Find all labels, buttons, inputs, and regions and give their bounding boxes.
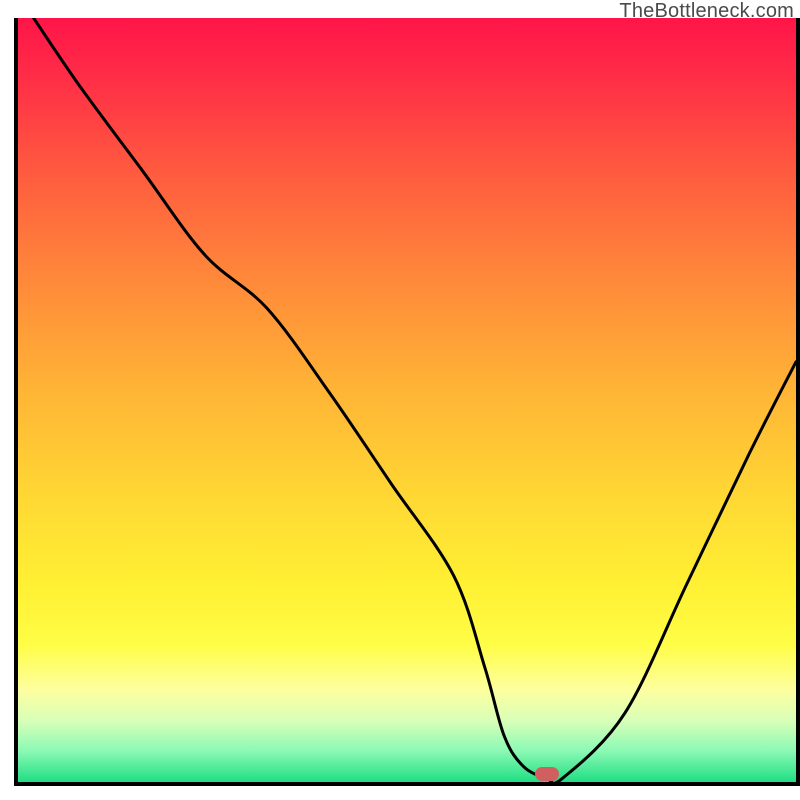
- bottleneck-curve-path: [34, 18, 796, 782]
- axis-right: [796, 18, 800, 786]
- chart-frame: TheBottleneck.com: [0, 0, 800, 800]
- axis-bottom: [14, 782, 800, 786]
- bottleneck-curve: [18, 18, 796, 782]
- plot-area: [18, 18, 796, 782]
- axis-left: [14, 18, 18, 786]
- current-point-marker: [535, 767, 559, 781]
